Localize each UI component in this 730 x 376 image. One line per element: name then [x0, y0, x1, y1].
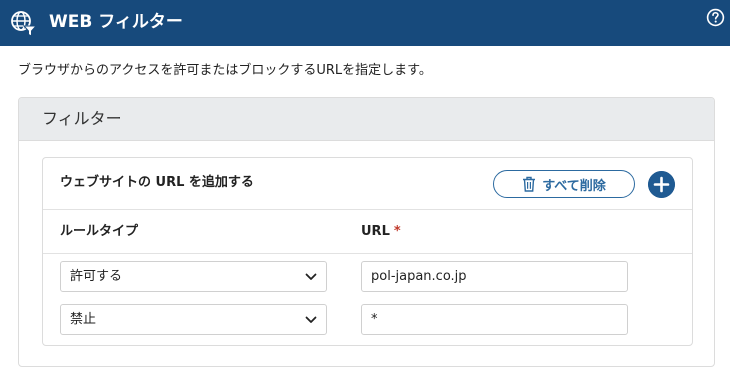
chevron-down-icon: [305, 273, 317, 280]
rule-type-value: 許可する: [70, 269, 123, 284]
add-url-title: ウェブサイトの URL を追加する: [60, 175, 254, 190]
chevron-down-icon: [305, 316, 317, 323]
filter-panel: フィルター ウェブサイトの URL を追加する すべて削除 ルールタイプ URL…: [18, 97, 715, 367]
page-title: WEB フィルター: [49, 12, 183, 32]
help-circle-icon[interactable]: [706, 8, 725, 27]
delete-all-label: すべて削除: [542, 178, 606, 194]
filter-panel-title: フィルター: [42, 109, 122, 128]
filter-panel-header: フィルター: [19, 98, 714, 141]
app-header: WEB フィルター: [0, 0, 730, 46]
globe-filter-icon: [11, 11, 37, 37]
column-header-url: URL *: [361, 223, 401, 241]
url-value: pol-japan.co.jp: [371, 269, 467, 284]
add-url-card: ウェブサイトの URL を追加する すべて削除 ルールタイプ URL * 許可す…: [42, 157, 693, 346]
url-input[interactable]: *: [361, 304, 628, 335]
rule-type-select[interactable]: 許可する: [60, 261, 327, 292]
rule-type-select[interactable]: 禁止: [60, 304, 327, 335]
plus-circle-icon[interactable]: [648, 171, 675, 198]
rule-type-value: 禁止: [70, 312, 97, 327]
url-value: *: [371, 312, 378, 327]
page-description: ブラウザからのアクセスを許可またはブロックするURLを指定します。: [18, 63, 432, 78]
delete-all-button[interactable]: すべて削除: [493, 170, 635, 198]
required-mark: *: [393, 224, 401, 239]
add-url-card-header: ウェブサイトの URL を追加する すべて削除: [43, 158, 692, 210]
url-input[interactable]: pol-japan.co.jp: [361, 261, 628, 292]
column-header-rule-type: ルールタイプ: [60, 224, 139, 239]
header-divider: [43, 253, 692, 254]
trash-icon: [523, 176, 536, 192]
column-header-url-label: URL: [361, 224, 390, 239]
